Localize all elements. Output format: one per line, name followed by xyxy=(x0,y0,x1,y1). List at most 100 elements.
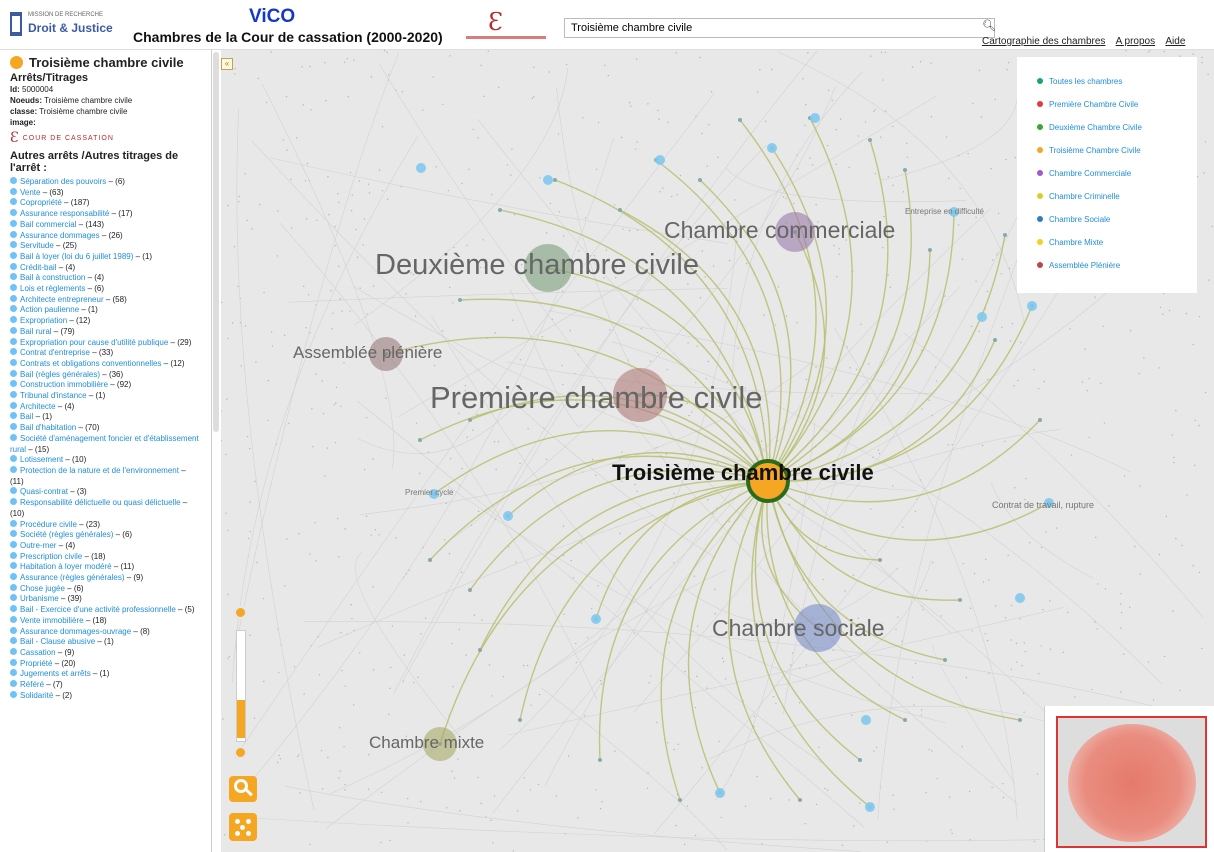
arret-list-item[interactable]: Bail commercial – (143) xyxy=(10,219,201,231)
arret-list-item[interactable]: Assurance dommages – (26) xyxy=(10,230,201,242)
node-label-contrat-travail[interactable]: Contrat de travail, rupture xyxy=(992,500,1094,510)
minimap[interactable] xyxy=(1044,706,1214,852)
arret-list-item[interactable]: Action paulienne – (1) xyxy=(10,305,201,316)
arret-list-item[interactable]: Solidarité – (2) xyxy=(10,690,201,702)
node-label-deuxieme[interactable]: Deuxième chambre civile xyxy=(375,249,699,282)
arret-label[interactable]: Vente immobilière xyxy=(20,616,84,625)
arret-list-item[interactable]: Lotissement – (10) xyxy=(10,455,201,466)
arret-list-item[interactable]: Architecte entrepreneur – (58) xyxy=(10,294,201,306)
arret-label[interactable]: Protection de la nature et de l'environn… xyxy=(20,466,179,475)
arret-list-item[interactable]: Contrat d'entreprise – (33) xyxy=(10,348,201,359)
arret-list-item[interactable]: Vente – (63) xyxy=(10,187,201,199)
arret-list-item[interactable]: Bail – (1) xyxy=(10,412,201,423)
arret-label[interactable]: Bail xyxy=(20,412,33,421)
arret-label[interactable]: Bail (règles générales) xyxy=(20,370,100,379)
arret-label[interactable]: Lotissement xyxy=(20,455,63,464)
arret-label[interactable]: Quasi-contrat xyxy=(20,487,68,496)
arret-label[interactable]: Contrats et obligations conventionnelles xyxy=(20,359,161,368)
arret-label[interactable]: Jugements et arrêts xyxy=(20,669,91,678)
arret-label[interactable]: Expropriation pour cause d'utilité publi… xyxy=(20,338,168,347)
arret-list-item[interactable]: Expropriation pour cause d'utilité publi… xyxy=(10,337,201,349)
arret-label[interactable]: Chose jugée xyxy=(20,584,65,593)
arret-label[interactable]: Bail rural xyxy=(20,327,52,336)
arret-list-item[interactable]: Bail rural – (79) xyxy=(10,326,201,338)
arret-label[interactable]: Assurance (règles générales) xyxy=(20,573,125,582)
arret-label[interactable]: Architecte xyxy=(20,402,56,411)
arret-list-item[interactable]: Copropriété – (187) xyxy=(10,198,201,209)
node-label-sociale[interactable]: Chambre sociale xyxy=(712,615,885,642)
arret-label[interactable]: Assurance dommages-ouvrage xyxy=(20,627,131,636)
arret-list-item[interactable]: Architecte – (4) xyxy=(10,401,201,413)
zoom-out-button[interactable] xyxy=(234,746,247,759)
arret-list-item[interactable]: Société d'aménagement foncier et d'établ… xyxy=(10,433,201,455)
arret-list-item[interactable]: Bail d'habitation – (70) xyxy=(10,423,201,434)
arret-list-item[interactable]: Bail (règles générales) – (36) xyxy=(10,369,201,381)
layout-button[interactable] xyxy=(229,813,257,841)
legend-item[interactable]: Première Chambre Civile xyxy=(1037,100,1138,109)
arret-list-item[interactable]: Bail - Clause abusive – (1) xyxy=(10,637,201,648)
arret-label[interactable]: Copropriété xyxy=(20,198,62,207)
arret-list-item[interactable]: Séparation des pouvoirs – (6) xyxy=(10,177,201,188)
arret-label[interactable]: Bail à loyer (loi du 6 juillet 1989) xyxy=(20,252,133,261)
arret-label[interactable]: Prescription civile xyxy=(20,552,82,561)
legend-item[interactable]: Assemblée Plénière xyxy=(1037,261,1120,270)
arret-list-item[interactable]: Servitude – (25) xyxy=(10,241,201,252)
arret-list-item[interactable]: Construction immobilière – (92) xyxy=(10,380,201,391)
legend-item[interactable]: Chambre Sociale xyxy=(1037,215,1110,224)
arret-label[interactable]: Propriété xyxy=(20,659,52,668)
arret-list-item[interactable]: Chose jugée – (6) xyxy=(10,583,201,595)
link-a-propos[interactable]: A propos xyxy=(1116,36,1155,47)
arret-label[interactable]: Urbanisme xyxy=(20,594,59,603)
sidebar-scrollbar[interactable] xyxy=(213,52,219,432)
arret-list-item[interactable]: Assurance responsabilité – (17) xyxy=(10,209,201,220)
arret-list-item[interactable]: Bail - Exercice d'une activité professio… xyxy=(10,605,201,616)
arret-label[interactable]: Vente xyxy=(20,188,40,197)
arret-label[interactable]: Bail - Exercice d'une activité professio… xyxy=(20,605,176,614)
arret-list-item[interactable]: Outre-mer – (4) xyxy=(10,540,201,552)
arret-label[interactable]: Référé xyxy=(20,680,44,689)
legend-item[interactable]: Troisième Chambre Civile xyxy=(1037,146,1141,155)
arret-list-item[interactable]: Vente immobilière – (18) xyxy=(10,615,201,627)
arret-list-item[interactable]: Propriété – (20) xyxy=(10,658,201,670)
arret-list-item[interactable]: Responsabilité délictuelle ou quasi déli… xyxy=(10,498,201,519)
legend-item[interactable]: Deuxième Chambre Civile xyxy=(1037,123,1142,132)
legend-item[interactable]: Chambre Commerciale xyxy=(1037,169,1131,178)
arret-list-item[interactable]: Assurance (règles générales) – (9) xyxy=(10,573,201,584)
arret-list-item[interactable]: Société (règles générales) – (6) xyxy=(10,530,201,541)
arret-label[interactable]: Bail d'habitation xyxy=(20,423,76,432)
arret-label[interactable]: Tribunal d'instance xyxy=(20,391,87,400)
arret-label[interactable]: Cassation xyxy=(20,648,56,657)
arret-label[interactable]: Expropriation xyxy=(20,316,67,325)
arret-label[interactable]: Construction immobilière xyxy=(20,380,108,389)
arret-label[interactable]: Bail commercial xyxy=(20,220,76,229)
node-label-pleniere[interactable]: Assemblée plénière xyxy=(293,343,442,363)
arret-list-item[interactable]: Bail à loyer (loi du 6 juillet 1989) – (… xyxy=(10,251,201,263)
minimap-viewport[interactable] xyxy=(1056,716,1207,848)
arret-list-item[interactable]: Habitation à loyer modéré – (11) xyxy=(10,562,201,573)
zoom-slider-fill[interactable] xyxy=(237,700,245,738)
legend-item[interactable]: Toutes les chambres xyxy=(1037,77,1122,86)
arret-label[interactable]: Outre-mer xyxy=(20,541,56,550)
arret-list-item[interactable]: Cassation – (9) xyxy=(10,647,201,659)
arret-list-item[interactable]: Crédit-bail – (4) xyxy=(10,262,201,274)
arret-label[interactable]: Bail à construction xyxy=(20,273,85,282)
arret-label[interactable]: Action paulienne xyxy=(20,305,79,314)
node-label-mixte[interactable]: Chambre mixte xyxy=(369,733,484,753)
arret-label[interactable]: Crédit-bail xyxy=(20,263,56,272)
node-label-troisieme[interactable]: Troisième chambre civile xyxy=(612,460,874,486)
node-label-premiere[interactable]: Première chambre civile xyxy=(430,380,763,416)
arret-list-item[interactable]: Expropriation – (12) xyxy=(10,316,201,327)
link-cartographie[interactable]: Cartographie des chambres xyxy=(982,36,1105,47)
arret-list-item[interactable]: Prescription civile – (18) xyxy=(10,551,201,563)
legend-item[interactable]: Chambre Mixte xyxy=(1037,238,1103,247)
arret-list-item[interactable]: Jugements et arrêts – (1) xyxy=(10,669,201,680)
search-input[interactable] xyxy=(564,18,995,38)
arret-label[interactable]: Responsabilité délictuelle ou quasi déli… xyxy=(20,498,181,507)
search-icon[interactable]: 🔍︎ xyxy=(982,19,996,32)
arret-label[interactable]: Procédure civile xyxy=(20,520,77,529)
legend-item[interactable]: Chambre Criminelle xyxy=(1037,192,1120,201)
arret-list-item[interactable]: Référé – (7) xyxy=(10,680,201,691)
link-aide[interactable]: Aide xyxy=(1165,36,1185,47)
arret-list-item[interactable]: Urbanisme – (39) xyxy=(10,594,201,605)
arret-list-item[interactable]: Tribunal d'instance – (1) xyxy=(10,391,201,402)
